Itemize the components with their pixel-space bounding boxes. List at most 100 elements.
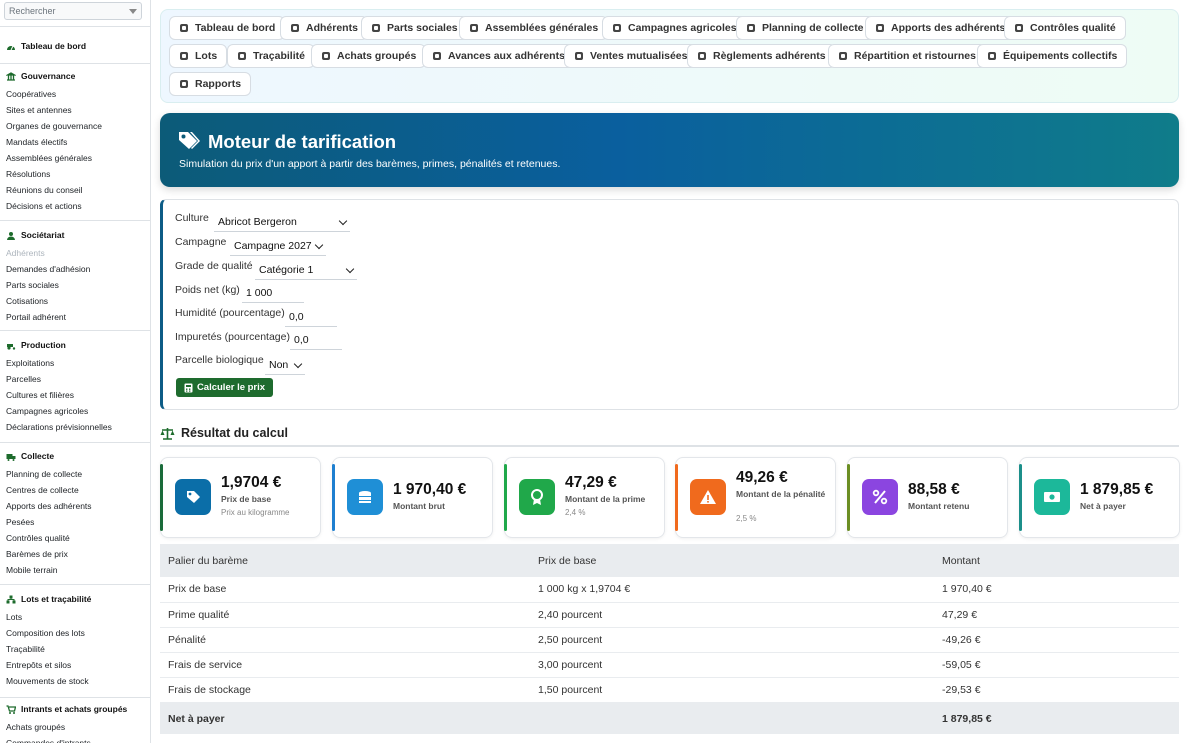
table-cell: 2,50 pourcent: [530, 627, 934, 653]
money-bill-icon: [1044, 492, 1060, 502]
topnav-item[interactable]: Assemblées générales: [459, 16, 609, 40]
campagne-select[interactable]: Campagne 2027: [230, 237, 326, 256]
kpi-icon-box: [347, 479, 383, 515]
user-icon: [7, 231, 15, 240]
sidebar-item[interactable]: Cotisations: [6, 296, 48, 306]
chevron-down-icon: [293, 359, 303, 369]
sidebar-item[interactable]: Coopératives: [6, 89, 56, 99]
topnav-item[interactable]: Lots: [169, 44, 228, 68]
nav-item-icon: [698, 52, 706, 60]
sidebar-item[interactable]: Barèmes de prix: [6, 549, 68, 559]
sidebar-item[interactable]: Commandes d'intrants: [6, 738, 91, 743]
column-header: Prix de base: [530, 544, 934, 577]
kpi-icon-box: [519, 479, 555, 515]
sidebar-section-heading: Gouvernance: [6, 71, 75, 81]
search-placeholder: Rechercher: [9, 6, 56, 16]
kpi-value: 88,58 €: [908, 481, 960, 498]
humidite-input[interactable]: 0,0: [285, 308, 337, 327]
topnav-item[interactable]: Traçabilité: [227, 44, 315, 68]
nav-item-icon: [180, 52, 188, 60]
sidebar-item[interactable]: Cultures et filières: [6, 390, 74, 400]
table-cell: 47,29 €: [934, 602, 1179, 628]
topnav-item[interactable]: Règlements adhérents: [687, 44, 836, 68]
nav-item-icon: [180, 80, 188, 88]
landmark-icon: [6, 71, 16, 81]
impuretes-label: Impuretés (pourcentage): [175, 331, 290, 343]
result-heading: Résultat du calcul: [160, 425, 1179, 447]
sidebar-item[interactable]: Organes de gouvernance: [6, 121, 102, 131]
sidebar-item[interactable]: Lots: [6, 612, 22, 622]
sidebar-item[interactable]: Décisions et actions: [6, 201, 82, 211]
sidebar-item[interactable]: Mouvements de stock: [6, 676, 89, 686]
topnav-item[interactable]: Avances aux adhérents: [422, 44, 575, 68]
cart-icon: [6, 704, 16, 714]
topnav-item[interactable]: Planning de collecte: [736, 16, 874, 40]
truck-icon: [6, 453, 16, 461]
kpi-label: Montant de la prime: [565, 494, 646, 504]
page-subtitle: Simulation du prix d'un apport à partir …: [179, 158, 561, 170]
sidebar-item[interactable]: Exploitations: [6, 358, 54, 368]
sidebar-item[interactable]: Parts sociales: [6, 280, 59, 290]
sidebar-item[interactable]: Mandats électifs: [6, 137, 67, 147]
sidebar-item[interactable]: Mobile terrain: [6, 565, 58, 575]
topnav-item[interactable]: Tableau de bord: [169, 16, 286, 40]
sidebar-item[interactable]: Entrepôts et silos: [6, 660, 71, 670]
kpi-card: 1,9704 € Prix de base Prix au kilogramme: [160, 457, 321, 538]
chevron-down-icon: [338, 216, 348, 226]
sidebar-item[interactable]: Parcelles: [6, 374, 41, 384]
sidebar-item[interactable]: Traçabilité: [6, 644, 45, 654]
humidite-label: Humidité (pourcentage): [175, 307, 285, 319]
calculate-button[interactable]: Calculer le prix: [176, 378, 273, 397]
impuretes-input[interactable]: 0,0: [290, 331, 342, 350]
poids-input[interactable]: 1 000: [242, 284, 304, 303]
sidebar-item[interactable]: Demandes d'adhésion: [6, 264, 90, 274]
sidebar-item[interactable]: Apports des adhérents: [6, 501, 92, 511]
kpi-subtext: 2,5 %: [736, 514, 757, 523]
bio-select[interactable]: Non: [265, 356, 305, 375]
sidebar-item[interactable]: Adhérents: [6, 248, 45, 258]
kpi-accent-bar: [504, 464, 507, 531]
sidebar-item[interactable]: Planning de collecte: [6, 469, 82, 479]
nav-item-icon: [180, 24, 188, 32]
topnav-item[interactable]: Répartition et ristournes: [828, 44, 986, 68]
sidebar-item[interactable]: Déclarations prévisionnelles: [6, 422, 112, 432]
kpi-value: 1 879,85 €: [1080, 481, 1154, 498]
table-row: Prime qualité 2,40 pourcent 47,29 €: [160, 602, 1179, 628]
tags-icon: [179, 132, 200, 149]
sidebar-item[interactable]: Campagnes agricoles: [6, 406, 88, 416]
bio-label: Parcelle biologique: [175, 354, 264, 366]
sidebar-item-dashboard[interactable]: Tableau de bord: [6, 41, 86, 51]
table-row: Frais de stockage 1,50 pourcent -29,53 €: [160, 677, 1179, 704]
sidebar-item[interactable]: Résolutions: [6, 169, 50, 179]
sidebar-item[interactable]: Pesées: [6, 517, 34, 527]
sidebar-section-heading: Lots et traçabilité: [6, 594, 91, 604]
sidebar-item[interactable]: Achats groupés: [6, 722, 65, 732]
sidebar-item[interactable]: Sites et antennes: [6, 105, 72, 115]
topnav-item[interactable]: Campagnes agricoles: [602, 16, 747, 40]
topnav-item[interactable]: Adhérents: [280, 16, 368, 40]
topnav-item[interactable]: Ventes mutualisées: [564, 44, 698, 68]
topnav-item[interactable]: Parts sociales: [361, 16, 468, 40]
nav-item-icon: [839, 52, 847, 60]
sidebar-search-select[interactable]: Rechercher: [4, 2, 142, 20]
table-cell: -29,53 €: [934, 677, 1179, 704]
kpi-accent-bar: [1019, 464, 1022, 531]
table-cell: 1,50 pourcent: [530, 677, 934, 704]
nav-item-icon: [876, 24, 884, 32]
topnav-item[interactable]: Contrôles qualité: [1004, 16, 1126, 40]
topnav-item[interactable]: Rapports: [169, 72, 252, 96]
sidebar-item[interactable]: Centres de collecte: [6, 485, 79, 495]
sidebar-item[interactable]: Contrôles qualité: [6, 533, 70, 543]
sidebar-item[interactable]: Assemblées générales: [6, 153, 92, 163]
nav-item-icon: [988, 52, 996, 60]
topnav-item[interactable]: Achats groupés: [311, 44, 427, 68]
sidebar-item[interactable]: Composition des lots: [6, 628, 85, 638]
topnav-item[interactable]: Équipements collectifs: [977, 44, 1128, 68]
topnav-item[interactable]: Apports des adhérents: [865, 16, 1016, 40]
culture-select[interactable]: Abricot Bergeron: [214, 213, 350, 232]
grade-select[interactable]: Catégorie 1: [255, 261, 357, 280]
tractor-icon: [7, 343, 16, 350]
sidebar-item[interactable]: Portail adhérent: [6, 312, 66, 322]
sidebar-item[interactable]: Réunions du conseil: [6, 185, 83, 195]
nav-item-icon: [470, 24, 478, 32]
